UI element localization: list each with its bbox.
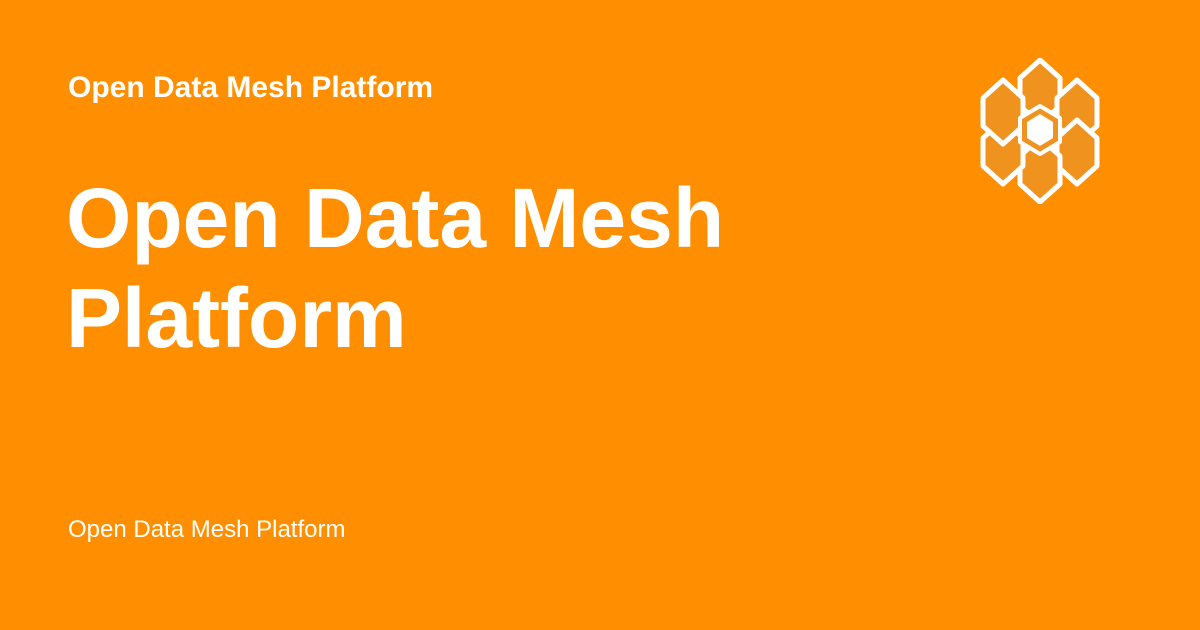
site-name: Open Data Mesh Platform [68,71,434,104]
honeycomb-logo-icon [980,58,1100,204]
site-description: Open Data Mesh Platform [68,516,346,543]
page-title: Open Data Mesh Platform [66,171,725,365]
social-card: Open Data Mesh Platform Open Data Mesh P… [0,0,1200,630]
